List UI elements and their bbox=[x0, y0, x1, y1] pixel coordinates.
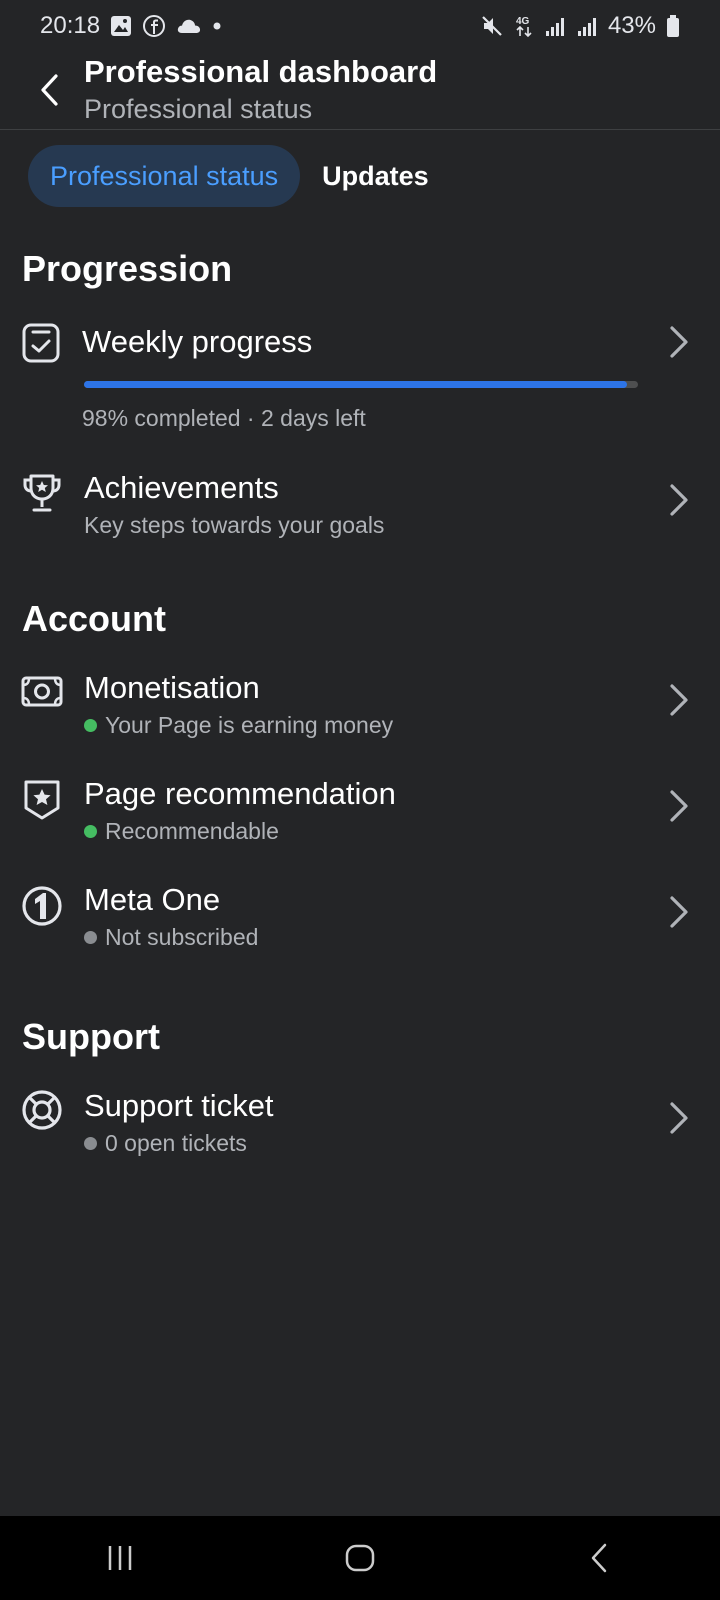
support-ticket-row[interactable]: Support ticket 0 open tickets bbox=[0, 1086, 720, 1170]
chevron-right-icon bbox=[670, 896, 688, 928]
cloud-icon bbox=[176, 17, 202, 35]
monetisation-title: Monetisation bbox=[84, 670, 260, 705]
back-nav-icon bbox=[591, 1543, 607, 1573]
battery-icon bbox=[666, 14, 680, 38]
weekly-progress-bar bbox=[84, 381, 638, 388]
monetisation-row[interactable]: Monetisation Your Page is earning money bbox=[0, 668, 720, 752]
meta-one-row[interactable]: Meta One Not subscribed bbox=[0, 880, 720, 964]
achievements-title: Achievements bbox=[84, 470, 279, 505]
weekly-progress-caption: 98% completed · 2 days left bbox=[82, 405, 366, 431]
page-recommendation-status: Recommendable bbox=[84, 818, 279, 845]
recent-apps-icon bbox=[108, 1546, 132, 1570]
meta-one-status-text: Not subscribed bbox=[105, 924, 259, 950]
back-button[interactable] bbox=[30, 68, 70, 112]
meta-one-status: Not subscribed bbox=[84, 924, 258, 951]
support-ticket-status-text: 0 open tickets bbox=[105, 1130, 247, 1156]
status-dot bbox=[84, 931, 97, 944]
tab-professional-status[interactable]: Professional status bbox=[28, 145, 301, 207]
system-navigation-bar bbox=[0, 1516, 720, 1600]
battery-percent: 43% bbox=[607, 12, 656, 39]
chevron-right-icon bbox=[670, 684, 688, 716]
facebook-icon bbox=[142, 14, 166, 38]
page-recommendation-status-text: Recommendable bbox=[105, 818, 279, 844]
monetisation-status: Your Page is earning money bbox=[84, 712, 393, 739]
svg-text:4G: 4G bbox=[516, 16, 530, 27]
page-title: Professional dashboard bbox=[84, 54, 438, 89]
achievements-row[interactable]: Achievements Key steps towards your goal… bbox=[0, 468, 720, 548]
signal-icon bbox=[576, 15, 598, 37]
checklist-icon bbox=[22, 323, 60, 363]
tab-bar: Professional status Updates bbox=[28, 145, 451, 207]
top-bar: Professional dashboard Professional stat… bbox=[0, 52, 720, 130]
trophy-icon bbox=[23, 474, 61, 512]
back-nav-button[interactable] bbox=[570, 1528, 630, 1588]
weekly-progress-title: Weekly progress bbox=[82, 324, 313, 359]
support-ticket-status: 0 open tickets bbox=[84, 1130, 247, 1157]
money-icon bbox=[21, 676, 63, 707]
signal-icon bbox=[544, 15, 566, 37]
section-title-progression: Progression bbox=[22, 248, 233, 289]
page-recommendation-title: Page recommendation bbox=[84, 776, 396, 811]
back-arrow-icon bbox=[41, 74, 58, 106]
recent-apps-button[interactable] bbox=[90, 1528, 150, 1588]
monetisation-status-text: Your Page is earning money bbox=[105, 712, 394, 738]
home-button[interactable] bbox=[330, 1528, 390, 1588]
meta-one-icon bbox=[22, 886, 62, 926]
home-icon bbox=[345, 1544, 375, 1572]
status-time: 20:18 bbox=[40, 12, 101, 39]
gallery-icon bbox=[110, 15, 132, 37]
dot-icon bbox=[212, 21, 222, 31]
status-dot bbox=[84, 719, 97, 732]
section-title-support: Support bbox=[22, 1016, 160, 1057]
weekly-progress-fill bbox=[84, 381, 627, 388]
meta-one-title: Meta One bbox=[84, 882, 221, 917]
chevron-right-icon bbox=[670, 484, 688, 516]
support-ticket-title: Support ticket bbox=[84, 1088, 274, 1123]
badge-star-icon bbox=[24, 780, 60, 820]
4g-icon: 4G bbox=[514, 14, 534, 38]
chevron-right-icon bbox=[670, 790, 688, 822]
page-subtitle: Professional status bbox=[84, 94, 313, 124]
mute-icon bbox=[480, 14, 504, 38]
section-title-account: Account bbox=[22, 598, 166, 639]
status-dot bbox=[84, 825, 97, 838]
status-bar: 20:18 4G 43% bbox=[0, 0, 720, 52]
status-dot bbox=[84, 1137, 97, 1150]
achievements-subtitle: Key steps towards your goals bbox=[84, 512, 385, 538]
chevron-right-icon bbox=[670, 1102, 688, 1134]
page-recommendation-row[interactable]: Page recommendation Recommendable bbox=[0, 774, 720, 858]
chevron-right-icon bbox=[670, 326, 688, 358]
lifebuoy-icon bbox=[22, 1090, 62, 1130]
tab-updates[interactable]: Updates bbox=[300, 145, 451, 207]
